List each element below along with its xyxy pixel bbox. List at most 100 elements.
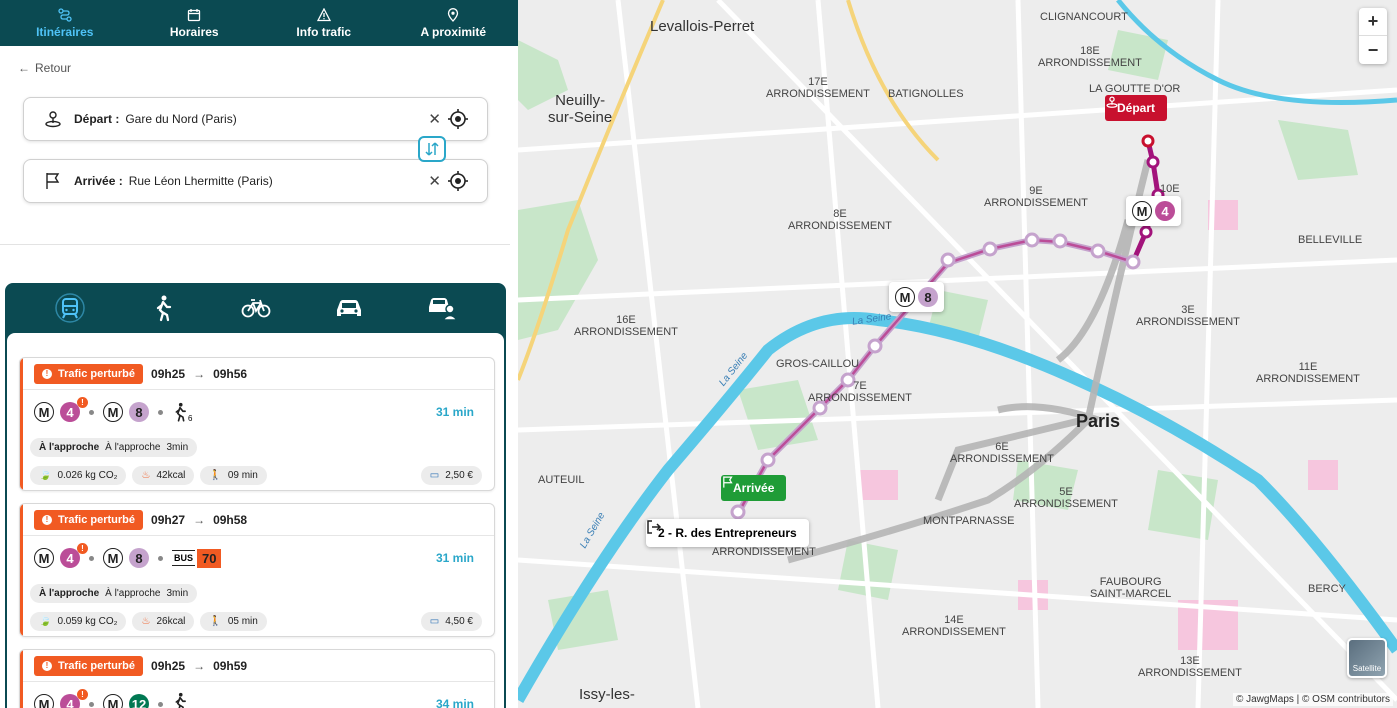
kcal-pill: ♨ 42kcal [132,465,195,485]
departure-pin-icon [1106,96,1118,108]
satellite-label: Satellite [1352,664,1382,673]
map-label-15e: ARRONDISSEMENT [712,546,816,558]
map-canvas [518,0,1397,708]
depart-marker[interactable]: Départ [1105,95,1168,121]
price-pill: ▭ 2,50 € [420,465,482,485]
map-label-batignolles: BATIGNOLLES [888,88,964,100]
map-label-3e: 3E ARRONDISSEMENT [1136,304,1240,329]
co2-pill: 🍃 0.026 kg CO₂ [30,465,127,485]
map-label-montparnasse: MONTPARNASSE [923,515,1015,527]
arrivee-value[interactable]: Rue Léon Lhermitte (Paris) [129,174,273,188]
clear-depart-icon[interactable]: ✕ [428,110,441,128]
departure-pin-icon [42,108,64,130]
metro-icon: M [34,402,54,422]
depart-time: 09h25 [151,366,186,381]
status-badge: ! Trafic perturbé [34,509,144,530]
map-label-17e: 17E ARRONDISSEMENT [766,76,870,101]
tab-itineraires[interactable]: Itinéraires [0,0,130,46]
walk-icon: 🚶 [209,469,222,481]
divider [0,244,510,245]
map-label-5e: 5E ARRONDISSEMENT [1014,486,1118,511]
train-icon[interactable] [53,291,87,325]
tab-horaires[interactable]: Horaires [130,0,260,46]
line-number: 4 [66,404,74,420]
back-link[interactable]: ← Retour [18,61,71,75]
stop-marker[interactable]: 2 - R. des Entrepreneurs [646,519,809,547]
status-label: Trafic perturbé [58,367,136,380]
approach-pill: À l'approche À l'approche 3min [30,583,198,603]
locate-icon[interactable] [447,108,469,130]
clear-arrivee-icon[interactable]: ✕ [428,172,441,190]
map-label-9e: 9E ARRONDISSEMENT [984,185,1088,210]
map-label-7e: 7E ARRONDISSEMENT [808,380,912,405]
line-4-badge: 4! [60,397,88,422]
zoom-in-button[interactable]: + [1359,8,1387,36]
stats-row: 🍃 0.026 kg CO₂ ♨ 42kcal 🚶 09 min ▭ 2,50 € [20,460,494,490]
status-badge: ! Trafic perturbé [34,655,144,676]
swap-icon [425,142,439,156]
result-lines: M 4! M 8 6 31 min [20,390,494,434]
stats-row: 🍃 0.059 kg CO₂ ♨ 26kcal 🚶 05 min ▭ 4,50 € [20,606,494,636]
flag-icon [42,170,64,192]
bus-label: BUS [172,550,196,566]
result-card-1[interactable]: ! Trafic perturbé 09h25 → 09h56 M 4! M 8 [19,357,495,491]
walk-value: 05 min [227,615,258,627]
itinerary-panel: Itinéraires Horaires Info trafic A proxi… [0,0,518,708]
line-number: 4 [66,696,74,708]
result-card-2[interactable]: ! Trafic perturbé 09h27 → 09h58 M 4! M 8 … [19,503,495,637]
leaf-icon: 🍃 [39,469,52,481]
line-number: 4 [66,550,74,566]
depart-time: 09h25 [151,658,186,673]
carpool-icon[interactable] [425,291,459,325]
alert-icon: ! [77,689,88,700]
arrow-left-icon: ← [18,61,30,75]
line-8-map-badge[interactable]: M 8 [889,282,944,312]
zoom-controls: + − [1359,8,1387,64]
map[interactable]: Levallois-Perret Neuilly- sur-Seine CLIG… [518,0,1397,708]
locate-icon[interactable] [447,170,469,192]
kcal-value: 42kcal [156,469,186,481]
line-4-badge: 4! [60,543,88,568]
arrivee-marker-label: Arrivée [733,481,775,495]
approach-time: 3min [166,587,189,599]
separator-dot [89,555,94,561]
stop-marker-label: 2 - R. des Entrepreneurs [658,526,797,540]
separator-dot [158,555,163,561]
approach-label-2: À l'approche [105,441,161,453]
price-pill: ▭ 4,50 € [420,611,482,631]
map-attribution[interactable]: © JawgMaps | © OSM contributors [1232,693,1393,706]
tab-itineraires-label: Itinéraires [36,24,94,39]
car-icon[interactable] [332,291,366,325]
bike-icon[interactable] [239,291,273,325]
satellite-toggle[interactable]: Satellite [1347,638,1387,678]
arrow-right-icon: → [193,512,206,527]
map-label-issy: Issy-les- [579,686,635,703]
tab-info-trafic[interactable]: Info trafic [259,0,389,46]
swap-button[interactable] [418,136,446,162]
alert-icon: ! [42,514,52,525]
arrivee-field[interactable]: Arrivée : Rue Léon Lhermitte (Paris) ✕ [23,159,488,203]
approach-row: À l'approche À l'approche 3min [20,434,494,460]
approach-label-2: À l'approche [105,587,161,599]
result-card-3[interactable]: ! Trafic perturbé 09h25 → 09h59 M 4! M 12 [19,649,495,708]
result-header: ! Trafic perturbé 09h27 → 09h58 [20,504,494,536]
line-4-map-badge[interactable]: M 4 [1126,196,1181,226]
map-label-clignancourt: CLIGNANCOURT [1040,11,1128,23]
arrival-time: 09h58 [213,512,248,527]
tab-a-proximite[interactable]: A proximité [389,0,519,46]
alert-icon: ! [77,543,88,554]
approach-label: À l'approche [39,587,100,599]
arrivee-marker[interactable]: Arrivée [721,475,787,501]
walk-icon[interactable] [146,291,180,325]
line-4-badge: 4 [1155,201,1175,221]
metro-icon: M [103,548,123,568]
route-icon [58,7,72,22]
duration: 34 min [435,697,474,708]
leaf-icon: 🍃 [39,615,52,627]
tab-a-proximite-label: A proximité [420,24,487,39]
depart-time: 09h27 [151,512,186,527]
depart-value[interactable]: Gare du Nord (Paris) [125,112,236,126]
zoom-out-button[interactable]: − [1359,36,1387,64]
depart-field[interactable]: Départ : Gare du Nord (Paris) ✕ [23,97,488,141]
approach-row: À l'approche À l'approche 3min [20,580,494,606]
